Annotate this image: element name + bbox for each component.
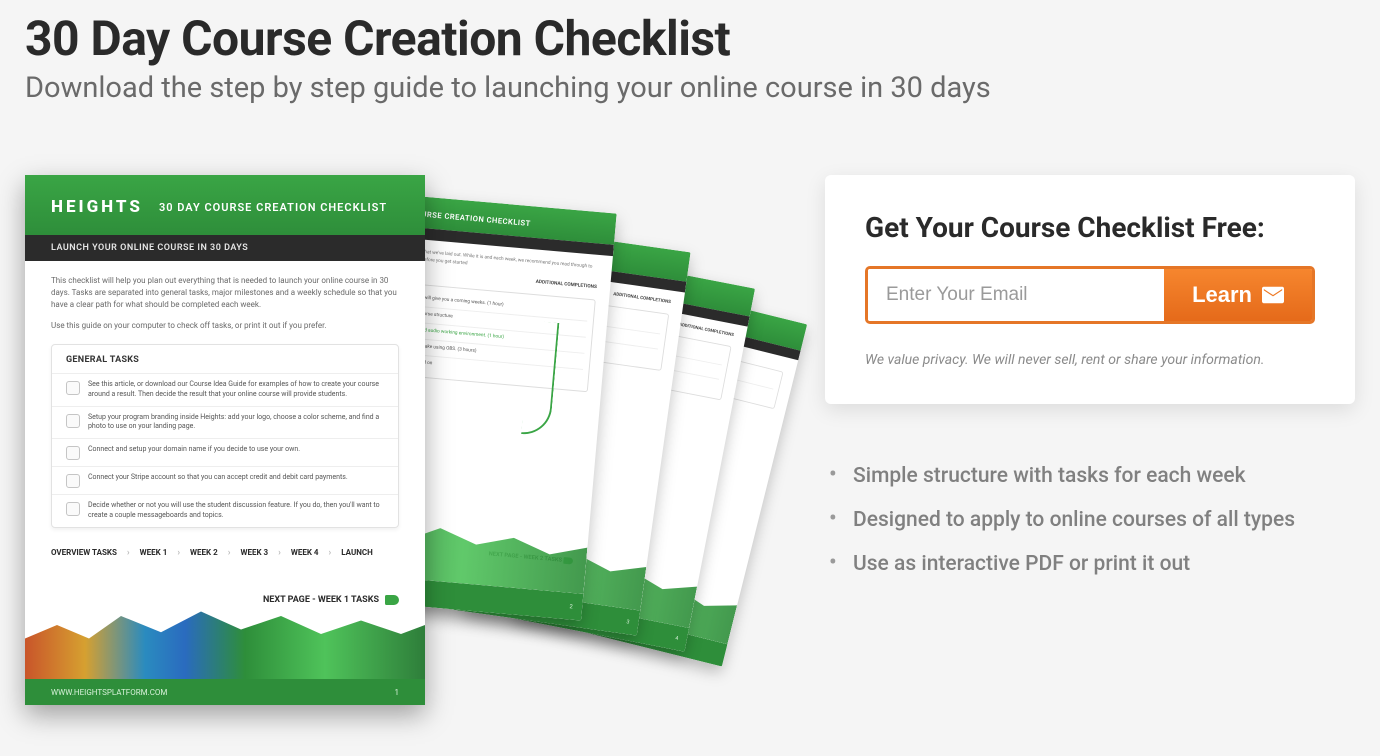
fan-pg: 2 [569,603,573,610]
checkbox-icon [66,502,80,516]
benefit-item: Simple structure with tasks for each wee… [825,454,1355,498]
brand-logo: HEIGHTS [51,197,143,217]
footer-page-number: 1 [395,688,400,697]
breadcrumb-item: WEEK 1 [140,548,168,557]
benefit-item: Designed to apply to online courses of a… [825,498,1355,542]
task-text: Connect and setup your domain name if yo… [88,445,300,455]
privacy-note: We value privacy. We will never sell, re… [865,352,1315,368]
doc-intro2: Use this guide on your computer to check… [51,321,399,330]
preview-main-page: HEIGHTS 30 DAY COURSE CREATION CHECKLIST… [25,175,425,705]
breadcrumb-item: OVERVIEW TASKS [51,548,117,557]
doc-header-title: 30 DAY COURSE CREATION CHECKLIST [159,201,387,214]
breadcrumb-item: LAUNCH [341,548,373,557]
preview-illustration: ECKLIST … … CHECKLIST ADDITIONAL COMPLET… [25,175,785,715]
checkbox-icon [66,414,80,428]
checkbox-icon [66,381,80,395]
task-text: Setup your program branding inside Heigh… [88,413,384,433]
task-text: Connect your Stripe account so that you … [88,473,348,483]
envelope-icon [1262,286,1284,304]
fan-header: COURSE CREATION CHECKLIST [410,209,531,228]
task-text: Decide whether or not you will use the s… [88,501,384,521]
signup-card: Get Your Course Checklist Free: Learn We… [825,175,1355,404]
task-text: See this article, or download our Course… [88,380,384,400]
section-title: GENERAL TASKS [52,345,398,373]
checkbox-icon [66,446,80,460]
fan-pg: 3 [626,618,630,625]
breadcrumb-item: WEEK 2 [190,548,218,557]
checkbox-icon [66,474,80,488]
benefit-item: Use as interactive PDF or print it out [825,542,1355,586]
next-page-label: NEXT PAGE - WEEK 1 TASKS [263,595,399,605]
page-title: 30 Day Course Creation Checklist [25,10,1355,67]
page-subtitle: Download the step by step guide to launc… [25,71,1355,105]
form-heading: Get Your Course Checklist Free: [865,211,1315,244]
fan-pg: 4 [675,635,679,641]
breadcrumb-item: WEEK 3 [240,548,268,557]
breadcrumb-item: WEEK 4 [291,548,319,557]
benefits-list: Simple structure with tasks for each wee… [825,454,1355,586]
footer-url: WWW.HEIGHTSPLATFORM.COM [51,688,167,697]
breadcrumb: OVERVIEW TASKS› WEEK 1› WEEK 2› WEEK 3› … [51,548,399,558]
doc-subheader: LAUNCH YOUR ONLINE COURSE IN 30 DAYS [25,235,425,261]
email-field[interactable] [868,269,1164,321]
submit-button-label: Learn [1192,282,1252,308]
doc-intro: This checklist will help you plan out ev… [51,275,399,311]
arrow-right-icon [385,595,399,605]
submit-button[interactable]: Learn [1164,269,1312,321]
